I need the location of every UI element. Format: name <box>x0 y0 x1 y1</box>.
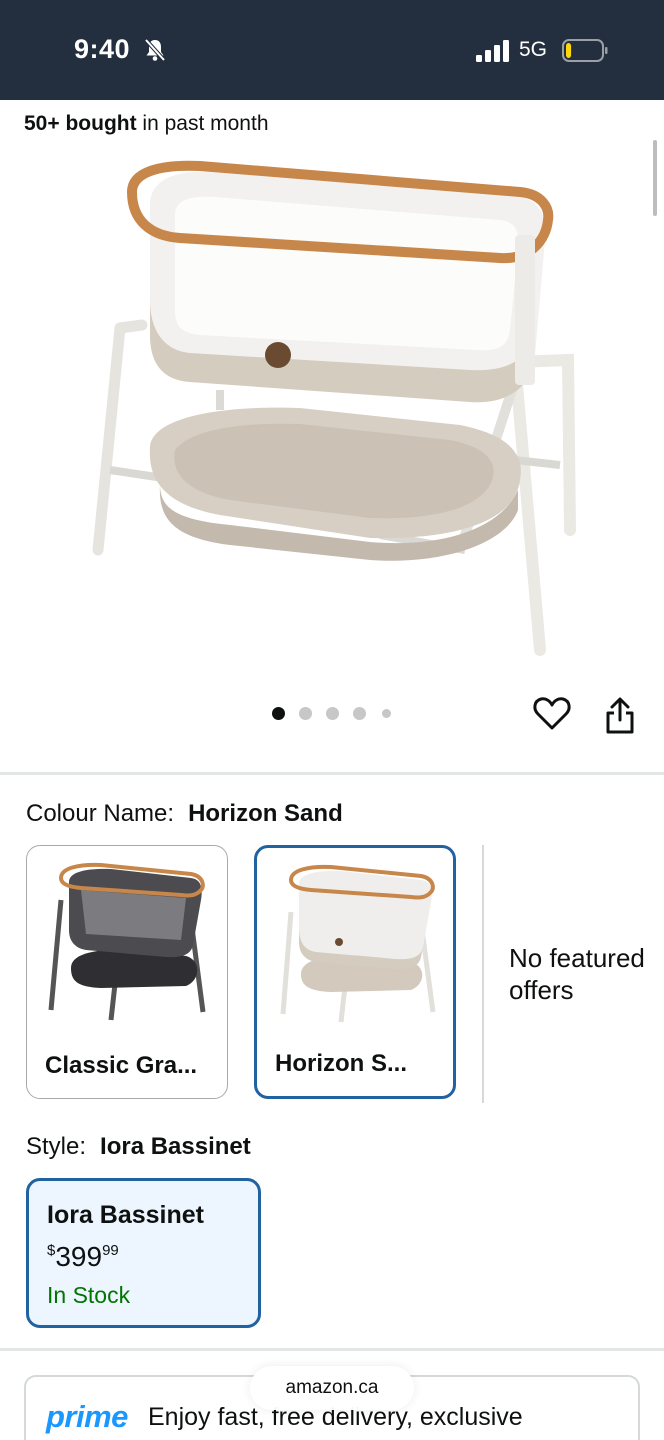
carousel-dot[interactable] <box>272 707 285 720</box>
network-type: 5G <box>519 38 548 61</box>
carousel-dot[interactable] <box>382 709 391 718</box>
colour-option-horizon-sand[interactable]: Horizon S... <box>254 845 456 1099</box>
swatch-separator <box>482 845 484 1103</box>
swatch-label: Horizon S... <box>275 1050 407 1077</box>
stock-status: In Stock <box>47 1282 131 1308</box>
carousel-dot[interactable] <box>353 707 366 720</box>
style-label-text: Style: <box>26 1133 87 1160</box>
colour-name-label: Colour Name: Horizon Sand <box>26 800 343 828</box>
style-option-name: Iora Bassinet <box>47 1201 205 1229</box>
carousel-dot[interactable] <box>299 707 312 720</box>
style-label: Style: Iora Bassinet <box>26 1133 251 1161</box>
heart-icon[interactable] <box>532 694 572 734</box>
colour-selected-value: Horizon Sand <box>188 800 343 827</box>
style-option-iora-bassinet[interactable]: Iora Bassinet $39999 In Stock <box>26 1178 261 1328</box>
swatch-label: Classic Gra... <box>45 1052 198 1079</box>
status-time: 9:40 <box>74 34 131 64</box>
image-carousel-dots[interactable] <box>270 705 400 723</box>
price-currency: $ <box>47 1242 56 1259</box>
browser-url-bar[interactable]: amazon.ca <box>250 1366 414 1410</box>
colour-label-text: Colour Name: <box>26 800 175 827</box>
style-option-price: $39999 <box>47 1241 119 1273</box>
price-fraction: 99 <box>102 1242 119 1259</box>
colour-option-classic-grey[interactable]: Classic Gra... <box>26 845 228 1099</box>
scrollbar-thumb[interactable] <box>653 140 657 216</box>
carousel-dot[interactable] <box>326 707 339 720</box>
bought-count: 50+ bought <box>24 112 137 135</box>
bell-slash-icon <box>144 38 166 62</box>
swatch-image <box>48 862 206 1021</box>
battery-icon <box>562 39 608 62</box>
swatch-image <box>280 864 436 1023</box>
section-divider <box>0 1348 664 1351</box>
bought-in-past-month: 50+ bought in past month <box>24 112 269 136</box>
bought-suffix: in past month <box>136 112 269 135</box>
status-bar: 9:40 5G <box>0 0 664 100</box>
prime-logo: prime <box>46 1399 128 1434</box>
signal-icon <box>476 40 509 62</box>
style-selected-value: Iora Bassinet <box>100 1133 251 1160</box>
product-image[interactable] <box>80 150 590 660</box>
section-divider <box>0 772 664 775</box>
share-icon[interactable] <box>602 696 638 736</box>
price-whole: 399 <box>55 1241 103 1272</box>
no-featured-offers: No featured offers <box>509 943 645 1005</box>
